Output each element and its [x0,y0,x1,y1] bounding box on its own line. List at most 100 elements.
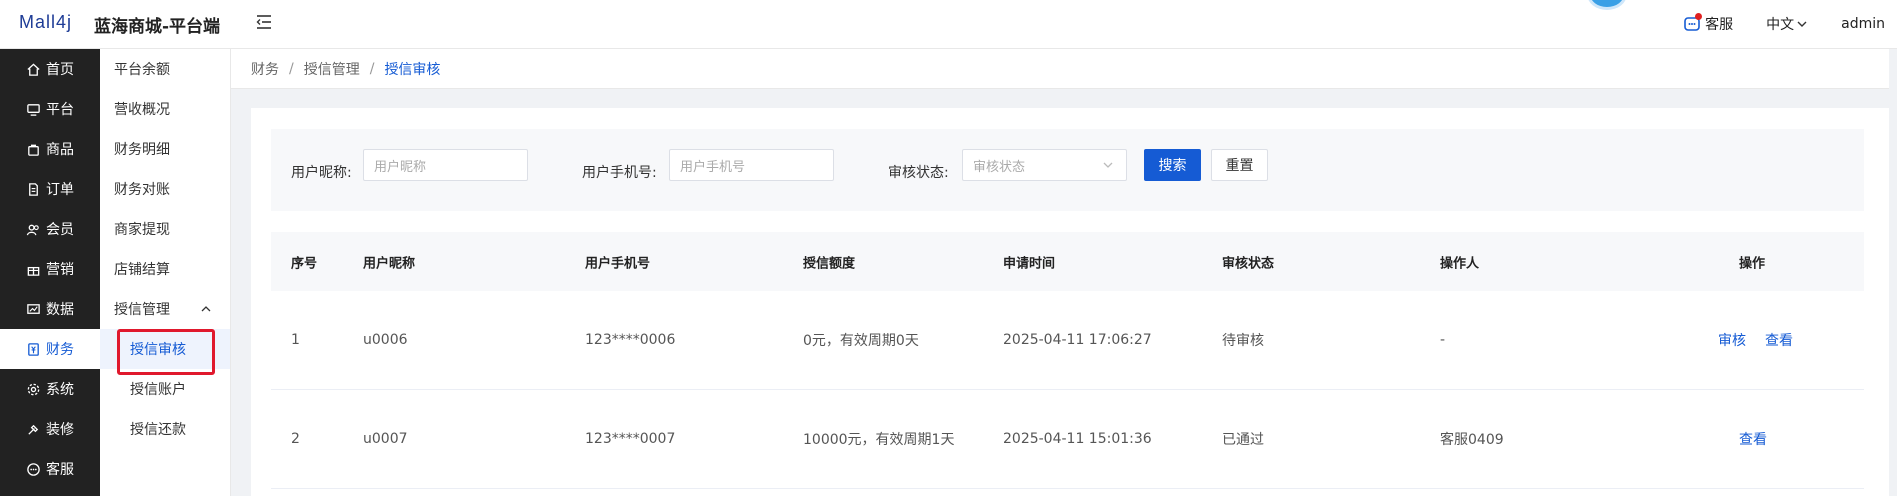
column-header: 用户昵称 [363,256,416,271]
view-link[interactable]: 查看 [1739,429,1767,449]
sidebar-item-0[interactable]: 首页 [0,49,100,89]
chat-icon [1683,13,1703,33]
customer-service-button[interactable]: 客服 [1683,13,1734,34]
menu-fold-icon[interactable] [254,12,274,32]
sidebar-item-label: 财务 [46,342,74,358]
sidebar-item-4[interactable]: 会员 [0,209,100,249]
phone-input[interactable]: 用户手机号 [669,149,834,181]
search-form: 用户昵称: 用户昵称 用户手机号: 用户手机号 审核状态: 审核状态 搜索 重置 [271,129,1864,211]
submenu-item-label: 授信账户 [130,382,186,398]
cell-credit: 10000元，有效周期1天 [803,432,955,448]
language-select[interactable]: 中文 [1766,14,1808,34]
search-button[interactable]: 搜索 [1144,149,1201,181]
breadcrumb-separator: / [369,60,375,77]
monitor-icon [27,103,40,116]
breadcrumb-current: 授信审核 [384,61,441,78]
table-header: 序号 用户昵称 用户手机号 授信额度 申请时间 审核状态 操作人 操作 [271,232,1864,291]
submenu-item-9[interactable]: 授信还款 [100,409,230,449]
user-name[interactable]: admin [1841,16,1885,32]
sidebar-item-1[interactable]: 平台 [0,89,100,129]
sidebar-item-7[interactable]: 财务 [0,329,100,369]
cell-time: 2025-04-11 17:06:27 [1003,332,1152,348]
sidebar-item-label: 商品 [46,142,74,158]
sidebar-item-label: 营销 [46,262,74,278]
chevron-up-icon [201,306,211,312]
status-label: 审核状态: [888,165,949,181]
sidebar-item-10[interactable]: 客服 [0,449,100,489]
sidebar-item-9[interactable]: 装修 [0,409,100,449]
column-header: 操作 [1739,256,1766,271]
cell-operator: 客服0409 [1440,432,1504,448]
home-icon [27,62,40,76]
gift-icon [27,266,40,276]
submenu-item-8[interactable]: 授信账户 [100,369,230,409]
column-header: 申请时间 [1003,256,1056,271]
avatar[interactable] [1587,0,1627,10]
sub-menu: 平台余额营收概况财务明细财务对账商家提现店铺结算授信管理授信审核授信账户授信还款 [100,49,231,496]
sidebar-item-8[interactable]: 系统 [0,369,100,409]
submenu-item-label: 商家提现 [114,222,170,238]
site-title: 蓝海商城-平台端 [94,17,221,37]
submenu-item-3[interactable]: 财务对账 [100,169,230,209]
cell-phone: 123****0007 [585,431,676,447]
submenu-item-label: 平台余额 [114,62,170,78]
submenu-item-6[interactable]: 授信管理 [100,289,230,329]
cell-nickname: u0006 [363,332,408,348]
bag-icon [28,144,39,156]
review-link[interactable]: 审核 [1718,330,1746,350]
page-scrollbar[interactable] [1889,49,1897,496]
brush-icon [28,424,39,435]
breadcrumb-item[interactable]: 授信管理 [304,59,360,79]
sidebar-item-label: 数据 [46,302,74,318]
sidebar-item-label: 订单 [46,182,74,198]
credit-review-table: 序号 用户昵称 用户手机号 授信额度 申请时间 审核状态 操作人 操作 1 u0… [271,232,1864,489]
sidebar-item-5[interactable]: 营销 [0,249,100,289]
nickname-label: 用户昵称: [291,165,352,181]
chart-icon [27,303,40,314]
sidebar-item-label: 装修 [46,422,74,438]
breadcrumb-item[interactable]: 财务 [251,59,279,79]
sidebar-item-2[interactable]: 商品 [0,129,100,169]
document-icon [29,182,38,196]
chat-icon [27,462,40,476]
submenu-item-label: 营收概况 [114,102,170,118]
chevron-down-icon [1797,21,1807,27]
reset-button[interactable]: 重置 [1211,149,1268,181]
nickname-input[interactable]: 用户昵称 [363,149,528,181]
submenu-item-5[interactable]: 店铺结算 [100,249,230,289]
cell-phone: 123****0006 [585,332,676,348]
cell-nickname: u0007 [363,431,408,447]
cell-status: 已通过 [1222,432,1264,448]
sidebar-item-6[interactable]: 数据 [0,289,100,329]
table-row: 2 u0007 123****0007 10000元，有效周期1天 2025-0… [271,390,1864,489]
submenu-item-0[interactable]: 平台余额 [100,49,230,89]
column-header: 授信额度 [803,256,856,271]
submenu-item-1[interactable]: 营收概况 [100,89,230,129]
main-sidebar: 首页 平台商品订单会员营销数据财务系统装修客服 [0,49,100,496]
submenu-item-label: 授信管理 [114,302,170,318]
submenu-item-2[interactable]: 财务明细 [100,129,230,169]
cell-index: 1 [291,332,300,348]
cell-credit: 0元，有效周期0天 [803,333,919,349]
language-label: 中文 [1766,17,1795,33]
sidebar-item-label: 客服 [46,462,74,478]
logo[interactable]: Mall4j [19,12,72,33]
status-select[interactable]: 审核状态 [962,149,1127,181]
gear-icon [27,383,40,395]
submenu-item-label: 财务明细 [114,142,170,158]
chevron-down-icon [1103,162,1113,168]
breadcrumb-separator: / [289,60,294,77]
column-header: 用户手机号 [585,256,651,271]
breadcrumb: 财务 / 授信管理 / 授信审核 [231,49,1897,89]
submenu-item-label: 店铺结算 [114,262,170,278]
users-icon [26,224,39,235]
submenu-item-4[interactable]: 商家提现 [100,209,230,249]
sidebar-item-3[interactable]: 订单 [0,169,100,209]
status-placeholder: 审核状态 [973,159,1026,175]
submenu-item-7[interactable]: 授信审核 [100,329,230,369]
customer-service-label: 客服 [1705,17,1734,33]
top-header: Mall4j 蓝海商城-平台端 客服 中文 admin [0,0,1897,49]
view-link[interactable]: 查看 [1765,330,1793,350]
submenu-item-label: 财务对账 [114,182,170,198]
cell-operator: - [1440,332,1446,348]
